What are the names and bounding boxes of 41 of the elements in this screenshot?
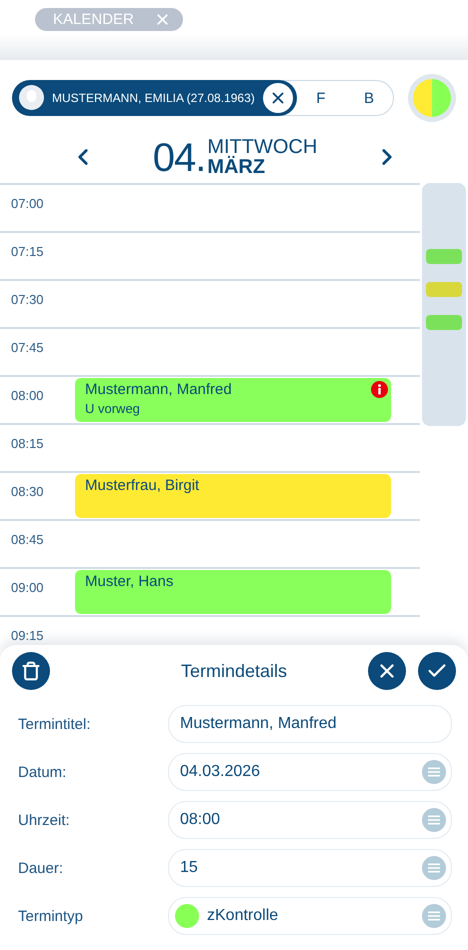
field-label: Termintitel: [17, 716, 92, 732]
status-indicator [408, 74, 456, 122]
field-label: Dauer: [17, 860, 64, 876]
appointment-title: Mustermann, Manfred [85, 381, 233, 398]
patient-chip[interactable]: MUSTERMANN, EMILIA (27.08.1963) [12, 80, 297, 116]
appointment-title: Musterfrau, Birgit [85, 477, 200, 494]
delete-button[interactable] [12, 652, 50, 690]
month: MÄRZ [207, 157, 266, 177]
option-button[interactable]: F [296, 88, 345, 108]
appointment-card[interactable]: Mustermann, Manfred U vorweg [75, 378, 391, 422]
time-label: 08:00 [10, 387, 45, 405]
appointment-title: Muster, Hans [85, 573, 174, 590]
appointment-card[interactable]: Muster, Hans [75, 570, 391, 614]
field-label: Termintyp [17, 908, 84, 924]
time-label: 07:00 [10, 195, 45, 213]
time-label: 09:00 [10, 579, 45, 597]
close-button[interactable] [262, 82, 293, 112]
appointment-note: U vorweg [85, 401, 141, 416]
avatar-icon [19, 85, 44, 110]
time-label: 08:15 [10, 435, 45, 453]
time-label: 07:15 [10, 243, 45, 261]
time-label: 08:30 [10, 483, 45, 501]
option-button[interactable]: B [344, 88, 394, 108]
day-number: 04. [152, 139, 206, 177]
field-label: Uhrzeit: [17, 812, 71, 828]
field-label: Datum: [17, 764, 68, 780]
confirm-button[interactable] [418, 652, 456, 690]
time-label: 08:45 [10, 531, 45, 549]
time-label: 09:15 [10, 627, 45, 645]
input-field[interactable]: 15 [168, 849, 452, 887]
appointment-card[interactable]: Musterfrau, Birgit [75, 474, 391, 518]
panel-title: Termindetails [180, 660, 288, 682]
time-label: 07:30 [10, 291, 45, 309]
time-label: 07:45 [10, 339, 45, 357]
input-field[interactable]: zKontrolle [168, 897, 452, 935]
input-field[interactable]: 08:00 [168, 801, 452, 839]
input-field[interactable]: Mustermann, Manfred [168, 705, 452, 743]
trash-icon [21, 661, 41, 681]
weekday: MITTWOCH [207, 137, 318, 157]
input-field[interactable]: 04.03.2026 [168, 753, 452, 791]
cancel-button[interactable] [368, 652, 406, 690]
